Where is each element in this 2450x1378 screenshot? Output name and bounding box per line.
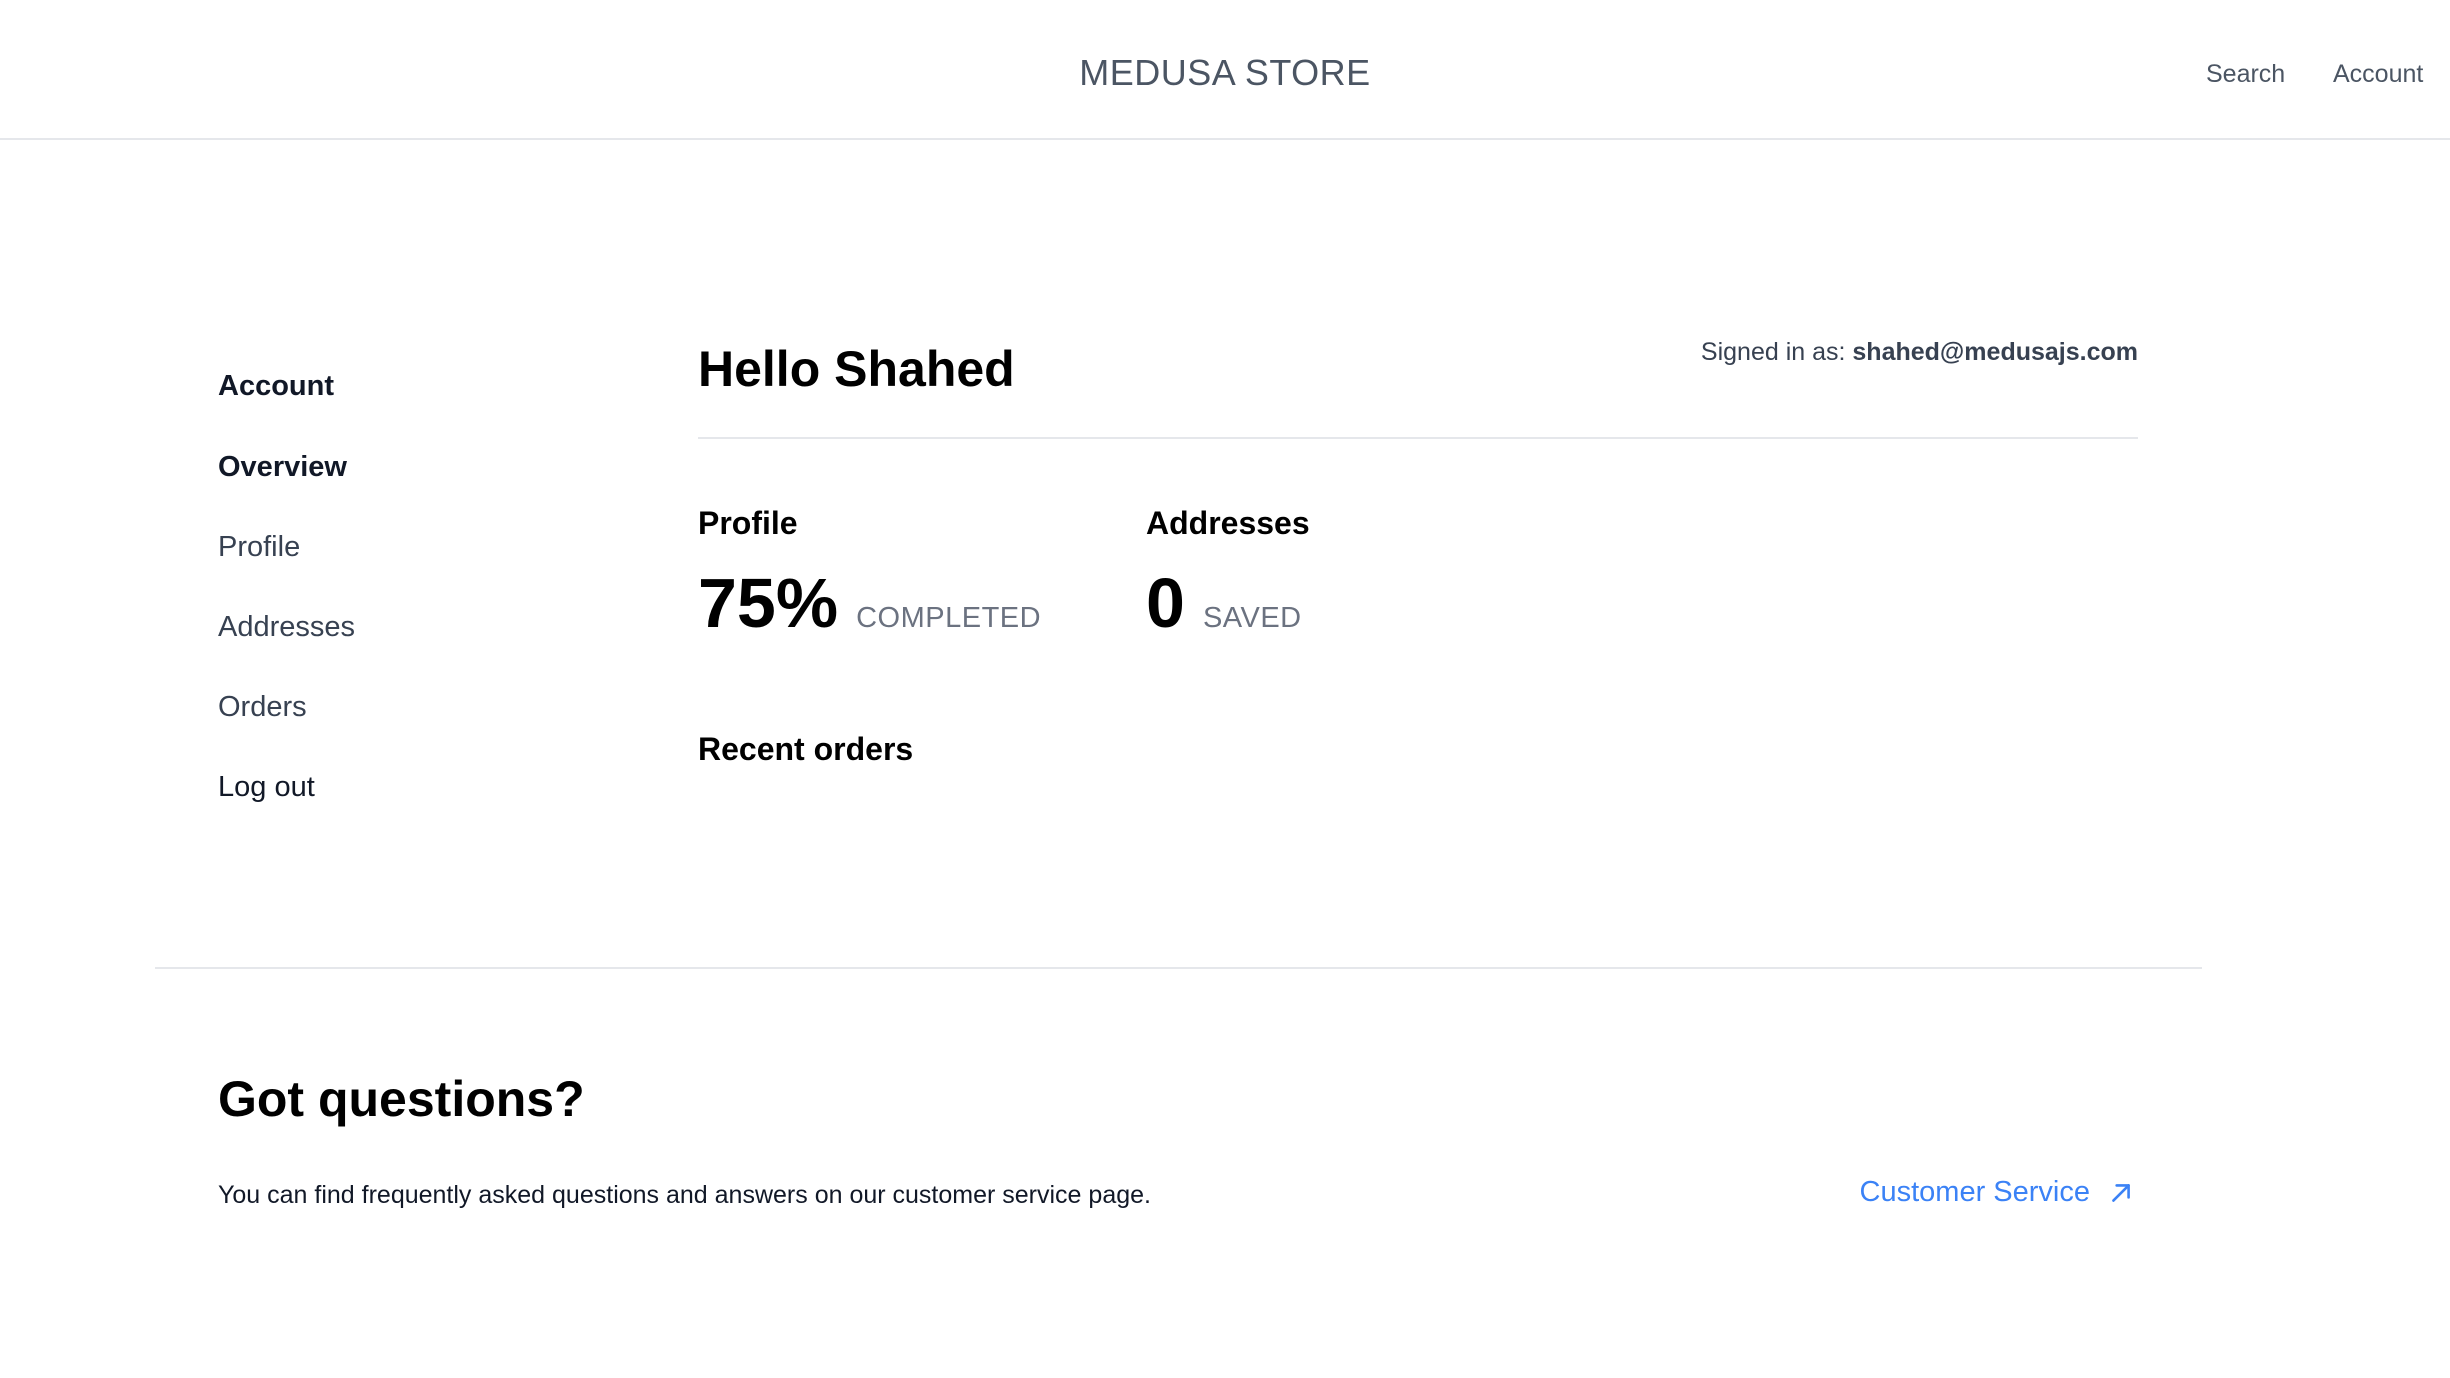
addresses-stat: Addresses 0 SAVED (1146, 505, 1310, 638)
help-heading: Got questions? (218, 1071, 585, 1127)
sidebar-title: Account (218, 370, 334, 402)
arrow-up-right-icon (2112, 1183, 2130, 1202)
customer-service-label: Customer Service (1859, 1176, 2090, 1208)
sidebar-item-orders[interactable]: Orders (218, 691, 307, 724)
greeting-heading: Hello Shahed (698, 341, 1015, 397)
addresses-stat-label: Addresses (1146, 505, 1310, 541)
profile-stat: Profile 75% COMPLETED (698, 505, 1041, 638)
help-description: You can find frequently asked questions … (218, 1181, 1151, 1209)
footer-divider (155, 967, 2202, 969)
sidebar-item-log-out[interactable]: Log out (218, 771, 315, 804)
recent-orders-heading: Recent orders (698, 731, 914, 767)
addresses-count-value: 0 (1146, 564, 1185, 642)
addresses-count-suffix: SAVED (1202, 602, 1302, 634)
header-divider (698, 437, 2138, 439)
profile-completion-value: 75% (698, 564, 839, 642)
profile-stat-label: Profile (698, 505, 798, 541)
top-navigation-bar: MEDUSA STORE Search Account (0, 0, 2450, 140)
sidebar-item-overview[interactable]: Overview (218, 451, 347, 484)
profile-completion-suffix: COMPLETED (856, 602, 1042, 634)
account-link[interactable]: Account (2333, 60, 2423, 89)
sidebar-item-addresses[interactable]: Addresses (218, 611, 355, 644)
signed-in-info: Signed in as: shahed@medusajs.com (1701, 338, 2138, 367)
search-link[interactable]: Search (2206, 60, 2285, 89)
signed-in-email: shahed@medusajs.com (1852, 338, 2138, 366)
store-logo[interactable]: MEDUSA STORE (0, 52, 2450, 94)
sidebar-item-profile[interactable]: Profile (218, 531, 300, 564)
signed-in-label: Signed in as: (1700, 338, 1846, 366)
customer-service-link[interactable]: Customer Service (1860, 1176, 2134, 1209)
